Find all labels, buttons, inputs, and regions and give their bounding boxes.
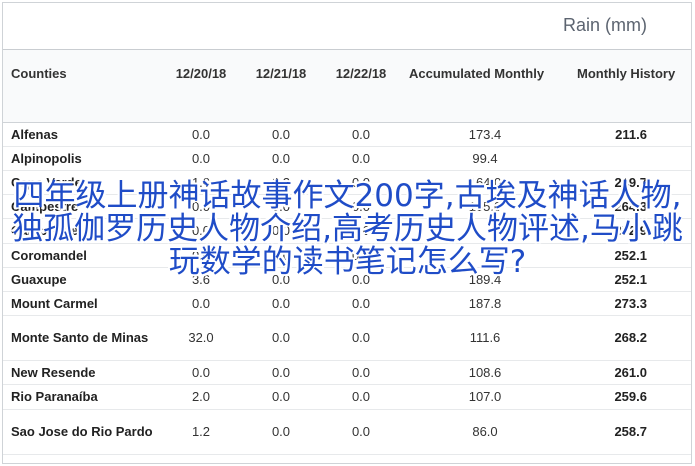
monthly-history-value: 264.3 bbox=[569, 194, 691, 220]
daily-rain-value: 0.0 bbox=[241, 409, 321, 455]
table-row: Monte Santo de Minas 32.0 0.0 0.0 111.6 268.2 bbox=[3, 315, 691, 362]
table-row: Mount Carmel 0.0 0.0 0.0 187.8 273.3 bbox=[3, 291, 691, 317]
county-name: Sao Jose do Rio Pardo bbox=[3, 409, 161, 455]
col-date-1: 12/20/18 bbox=[161, 50, 241, 123]
daily-rain-value: 0.0 bbox=[321, 122, 401, 147]
table-row: Sao Jose do Rio Pardo 1.2 0.0 0.0 86.0 258.7 bbox=[3, 409, 691, 455]
daily-rain-value: 0.0 bbox=[161, 218, 241, 244]
monthly-history-value: 252.9 bbox=[569, 218, 691, 244]
monthly-history-value: 211.6 bbox=[569, 122, 691, 147]
county-name: Campestre bbox=[3, 194, 161, 220]
daily-rain-value: 0.0 bbox=[241, 291, 321, 317]
daily-rain-value: 0.0 bbox=[321, 218, 401, 244]
county-name: Alpinopolis bbox=[3, 146, 161, 171]
county-name: Monte Santo de Minas bbox=[3, 315, 161, 362]
accumulated-value: 99.4 bbox=[401, 146, 569, 171]
daily-rain-value: 0.0 bbox=[321, 409, 401, 455]
table-row: Coromandel 0.0 0.0 0.0 252.1 bbox=[3, 243, 691, 268]
daily-rain-value: 0.0 bbox=[241, 243, 321, 268]
daily-rain-value: 0.0 bbox=[161, 122, 241, 147]
header-row: Counties 12/20/18 12/21/18 12/22/18 Accu… bbox=[3, 50, 691, 123]
accumulated-value: 108.6 bbox=[401, 360, 569, 386]
monthly-history-value: 261.0 bbox=[569, 360, 691, 386]
table-row: Guaxupe 3.6 0.0 0.0 189.4 252.1 bbox=[3, 267, 691, 292]
accumulated-value: 155.0 bbox=[401, 194, 569, 220]
accumulated-value: 111.6 bbox=[401, 315, 569, 362]
county-name: Alfenas bbox=[3, 122, 161, 147]
col-history: Monthly History bbox=[569, 50, 691, 123]
county-name: Guaxupe bbox=[3, 267, 161, 292]
rain-table-frame: Rain (mm) Counties 12/20/18 12/21/18 12/… bbox=[2, 2, 692, 464]
table-row: Campestre 0.0 0.0 0.0 155.0 264.3 bbox=[3, 194, 691, 220]
daily-rain-value: 32.0 bbox=[161, 315, 241, 362]
table-body: Alfenas 0.0 0.0 0.0 173.4 211.6 Alpinopolis 0.0… bbox=[3, 122, 691, 455]
table-container: Counties 12/20/18 12/21/18 12/22/18 Accu… bbox=[3, 49, 691, 463]
table-title: Rain (mm) bbox=[563, 15, 647, 35]
daily-rain-value: 0.0 bbox=[161, 146, 241, 171]
daily-rain-value: 0.0 bbox=[161, 243, 241, 268]
monthly-history-value: 259.6 bbox=[569, 384, 691, 410]
daily-rain-value: 0.0 bbox=[321, 170, 401, 196]
daily-rain-value: 0.0 bbox=[321, 146, 401, 171]
daily-rain-value: 0.0 bbox=[161, 194, 241, 220]
accumulated-value bbox=[401, 243, 569, 268]
daily-rain-value: 0.0 bbox=[241, 122, 321, 147]
daily-rain-value: 0.0 bbox=[321, 291, 401, 317]
county-name: Coromandel bbox=[3, 243, 161, 268]
col-accumulated: Accumulated Monthly bbox=[401, 50, 569, 123]
daily-rain-value: 0.0 bbox=[241, 360, 321, 386]
table-row: Campestre 0.0 0.0 0.0 252.9 bbox=[3, 218, 691, 244]
monthly-history-value: 273.3 bbox=[569, 291, 691, 317]
col-counties: Counties bbox=[3, 50, 161, 123]
daily-rain-value: 0.0 bbox=[241, 146, 321, 171]
monthly-history-value: 249.7 bbox=[569, 170, 691, 196]
monthly-history-value: 252.1 bbox=[569, 243, 691, 268]
accumulated-value: 164.0 bbox=[401, 170, 569, 196]
daily-rain-value: 0.0 bbox=[321, 194, 401, 220]
daily-rain-value: 0.0 bbox=[241, 384, 321, 410]
table-row: Alfenas 0.0 0.0 0.0 173.4 211.6 bbox=[3, 122, 691, 147]
table-row: Alpinopolis 0.0 0.0 0.0 99.4 bbox=[3, 146, 691, 171]
col-date-3: 12/22/18 bbox=[321, 50, 401, 123]
daily-rain-value: 0.0 bbox=[321, 315, 401, 362]
table-row: Cape Verde 1.0 0.2 0.0 164.0 249.7 bbox=[3, 170, 691, 196]
daily-rain-value: 3.6 bbox=[161, 267, 241, 292]
accumulated-value bbox=[401, 218, 569, 244]
monthly-history-value: 252.1 bbox=[569, 267, 691, 292]
daily-rain-value: 0.0 bbox=[241, 194, 321, 220]
accumulated-value: 189.4 bbox=[401, 267, 569, 292]
daily-rain-value: 0.0 bbox=[161, 360, 241, 386]
table-row: New Resende 0.0 0.0 0.0 108.6 261.0 bbox=[3, 360, 691, 386]
daily-rain-value: 0.0 bbox=[241, 315, 321, 362]
county-name: Cape Verde bbox=[3, 170, 161, 196]
table-row: Rio Paranaíba 2.0 0.0 0.0 107.0 259.6 bbox=[3, 384, 691, 410]
daily-rain-value: 0.0 bbox=[321, 243, 401, 268]
daily-rain-value: 2.0 bbox=[161, 384, 241, 410]
daily-rain-value: 0.0 bbox=[321, 360, 401, 386]
accumulated-value: 187.8 bbox=[401, 291, 569, 317]
daily-rain-value: 0.2 bbox=[241, 170, 321, 196]
county-name: Campestre bbox=[3, 218, 161, 244]
daily-rain-value: 0.0 bbox=[241, 267, 321, 292]
rain-table: Counties 12/20/18 12/21/18 12/22/18 Accu… bbox=[3, 50, 691, 455]
county-name: Mount Carmel bbox=[3, 291, 161, 317]
monthly-history-value: 258.7 bbox=[569, 409, 691, 455]
daily-rain-value: 0.0 bbox=[161, 291, 241, 317]
county-name: Rio Paranaíba bbox=[3, 384, 161, 410]
daily-rain-value: 0.0 bbox=[241, 218, 321, 244]
daily-rain-value: 0.0 bbox=[321, 384, 401, 410]
daily-rain-value: 0.0 bbox=[321, 267, 401, 292]
daily-rain-value: 1.0 bbox=[161, 170, 241, 196]
county-name: New Resende bbox=[3, 360, 161, 386]
monthly-history-value bbox=[569, 146, 691, 171]
accumulated-value: 107.0 bbox=[401, 384, 569, 410]
daily-rain-value: 1.2 bbox=[161, 409, 241, 455]
col-date-2: 12/21/18 bbox=[241, 50, 321, 123]
accumulated-value: 86.0 bbox=[401, 409, 569, 455]
accumulated-value: 173.4 bbox=[401, 122, 569, 147]
monthly-history-value: 268.2 bbox=[569, 315, 691, 362]
